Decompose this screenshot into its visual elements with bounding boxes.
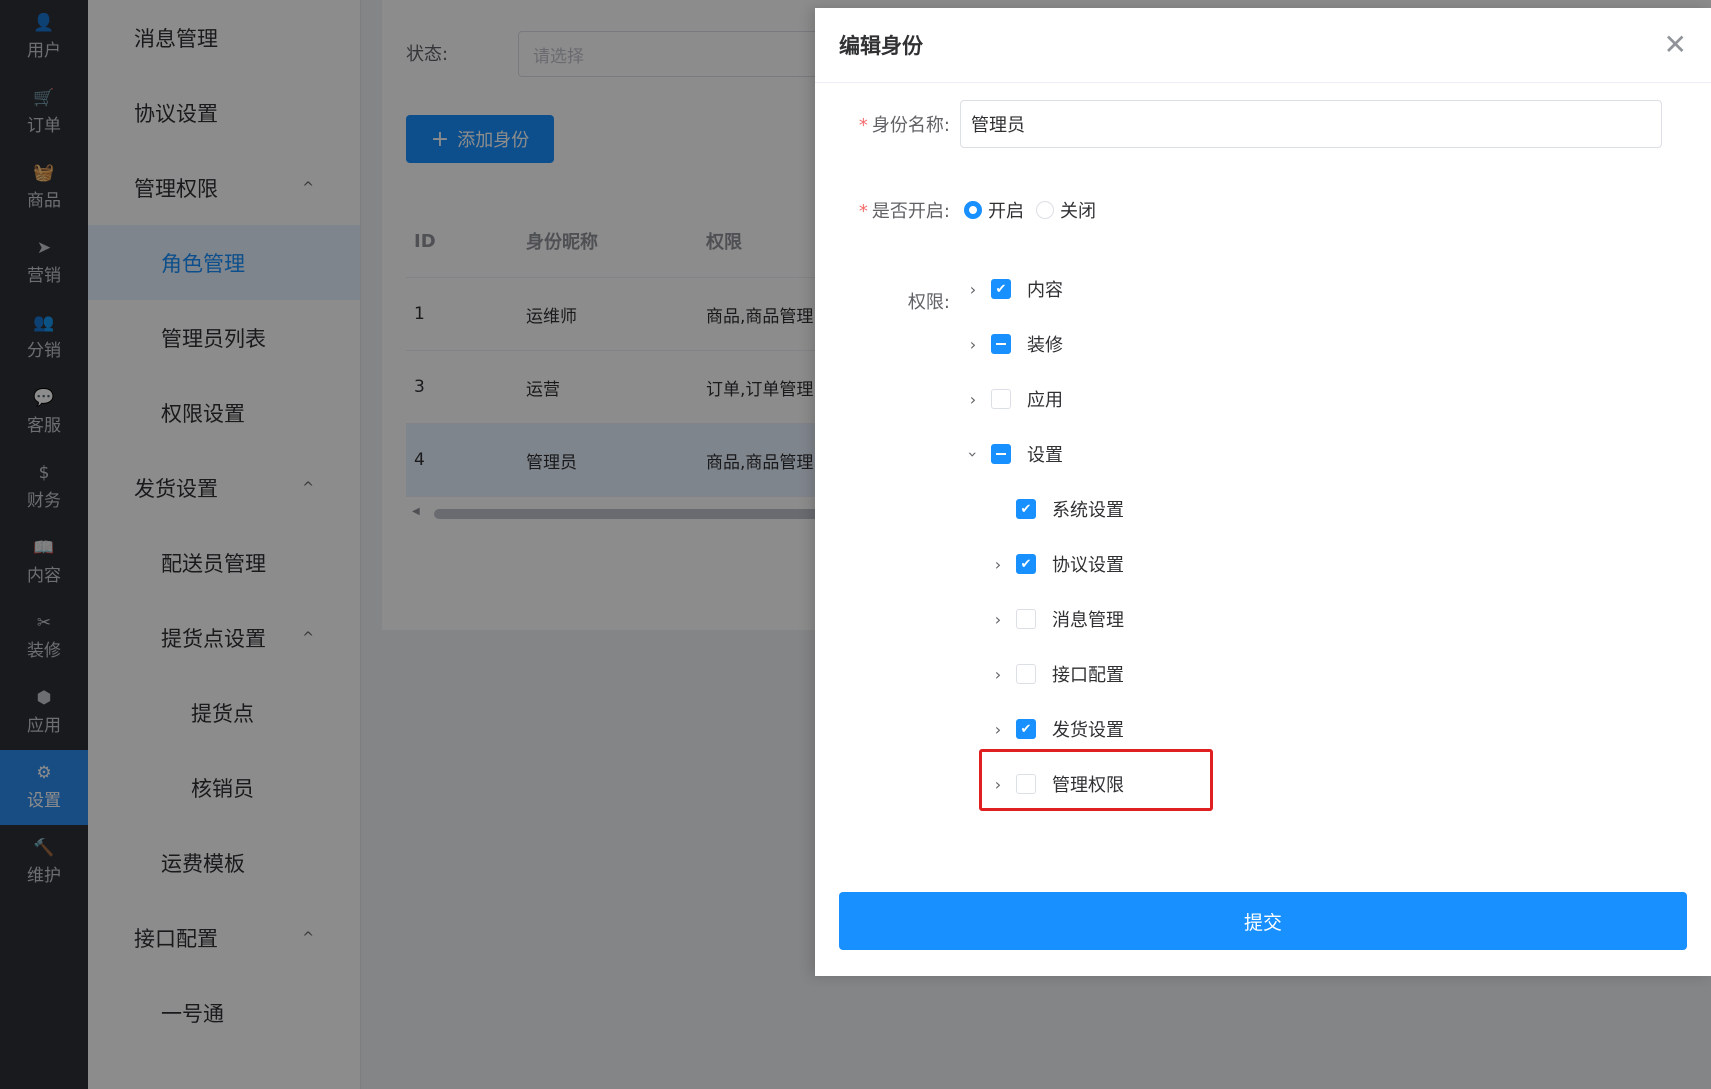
tree-node[interactable]: › 消息管理	[988, 589, 1124, 649]
tree-node-label: 内容	[1027, 280, 1063, 301]
chevron-right-icon[interactable]: ›	[963, 280, 983, 299]
close-icon[interactable]: ✕	[1664, 31, 1687, 59]
chevron-right-icon[interactable]: ›	[988, 555, 1008, 574]
tree-node-label: 发货设置	[1052, 720, 1124, 741]
radio-dot	[1036, 201, 1054, 219]
tree-checkbox[interactable]: ✔	[1016, 719, 1036, 739]
tree-node[interactable]: › 设置	[963, 424, 1063, 484]
permission-label: 权限:	[907, 292, 950, 313]
chevron-right-icon[interactable]: ›	[988, 775, 1008, 794]
tree-node-label: 接口配置	[1052, 665, 1124, 686]
required-mark: *	[858, 201, 868, 222]
tree-checkbox[interactable]	[1016, 664, 1036, 684]
enable-row: * 是否开启: 开启 关闭	[815, 194, 1108, 226]
chevron-right-icon[interactable]: ›	[988, 665, 1008, 684]
radio-dot	[964, 201, 982, 219]
tree-node[interactable]: ›✔系统设置	[988, 479, 1124, 539]
tree-checkbox[interactable]	[1016, 774, 1036, 794]
tree-node-label: 应用	[1027, 390, 1063, 411]
tree-node-label: 协议设置	[1052, 555, 1124, 576]
tree-node[interactable]: › ✔ 发货设置	[988, 699, 1124, 759]
tree-node[interactable]: › 接口配置	[988, 644, 1124, 704]
tree-checkbox[interactable]	[991, 444, 1011, 464]
tree-node[interactable]: › ✔ 内容	[963, 276, 1063, 319]
chevron-right-icon[interactable]: ›	[963, 390, 983, 409]
tree-node[interactable]: › 管理权限	[988, 754, 1124, 814]
chevron-right-icon[interactable]: ›	[988, 720, 1008, 739]
tree-checkbox[interactable]: ✔	[1016, 554, 1036, 574]
tree-node-label: 装修	[1027, 335, 1063, 356]
submit-button[interactable]: 提交	[839, 892, 1687, 950]
name-label: * 身份名称:	[858, 115, 950, 136]
enable-radio-group: 开启 关闭	[964, 197, 1108, 223]
enable-label: * 是否开启:	[858, 201, 950, 222]
dialog-header: 编辑身份 ✕	[815, 8, 1711, 83]
tree-node[interactable]: › 应用	[963, 369, 1063, 429]
tree-node-label: 系统设置	[1052, 500, 1124, 521]
tree-checkbox[interactable]	[1016, 609, 1036, 629]
tree-checkbox[interactable]: ✔	[1016, 499, 1036, 519]
chevron-right-icon[interactable]: ›	[963, 335, 983, 354]
chevron-down-icon[interactable]: ›	[964, 444, 983, 464]
permission-row: 权限:	[815, 288, 960, 314]
radio-disable[interactable]: 关闭	[1036, 197, 1096, 223]
identity-name-input[interactable]	[960, 100, 1662, 148]
chevron-right-icon[interactable]: ›	[988, 610, 1008, 629]
tree-node[interactable]: › 装修	[963, 314, 1063, 374]
permission-tree: › ✔ 内容 › 装修 › 应用 › 设置 › ✔ 系统设置 › ✔ 协议设置 › 消息管理 › 接口配置 › ✔ 发货设…	[963, 276, 1663, 858]
tree-node-label: 管理权限	[1052, 775, 1124, 796]
tree-checkbox[interactable]	[991, 334, 1011, 354]
radio-enable[interactable]: 开启	[964, 197, 1024, 223]
edit-identity-dialog: 编辑身份 ✕ *身份名称: *是否开启: 开启 关闭 权限: › ✔ 内容 › 装修 › 应…	[815, 8, 1711, 976]
tree-node-label: 设置	[1027, 445, 1063, 466]
name-row: * 身份名称:	[815, 100, 1662, 148]
tree-node-label: 消息管理	[1052, 610, 1124, 631]
dialog-title: 编辑身份	[839, 34, 923, 58]
tree-checkbox[interactable]: ✔	[991, 279, 1011, 299]
tree-checkbox[interactable]	[991, 389, 1011, 409]
required-mark: *	[858, 115, 868, 136]
tree-node[interactable]: › ✔ 协议设置	[988, 534, 1124, 594]
